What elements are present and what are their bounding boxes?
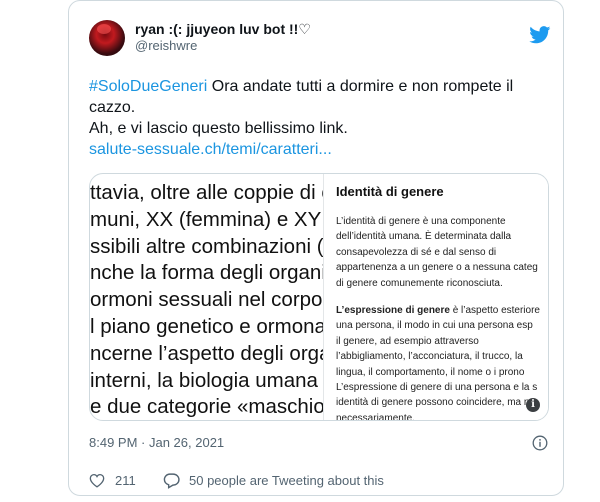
tweet-line-1: #SoloDueGeneri Ora andate tutti a dormir… [89,76,549,97]
tweet-line-2: cazzo. [89,99,136,116]
tweet-line-1-text: Ora andate tutti a dormire e non rompete… [207,78,514,95]
author-handle[interactable]: @reishwre [135,38,197,53]
panel-paragraph-gap [336,291,548,303]
image-info-icon[interactable]: i [526,398,540,412]
panel-line: lingua, il comportamento, il nome o i pr… [336,366,525,378]
tweet-date: Jan 26, 2021 [148,435,225,450]
heart-icon[interactable] [89,473,105,488]
panel-line: L’identità di genere è una componente [336,216,506,227]
twitter-bird-icon[interactable] [529,26,551,44]
tweet-url-link[interactable]: salute-sessuale.ch/temi/caratteri... [89,139,549,160]
tweet-card: ryan :(: jjuyeon luv bot !!♡ @reishwre #… [68,0,564,496]
info-circle-icon[interactable] [532,435,548,451]
meta-separator: · [137,435,149,450]
panel-line: identità di genere possono coincidere, m… [336,397,536,409]
like-count[interactable]: 211 [115,473,136,488]
tweet-image[interactable]: ttavia, oltre alle coppie di c muni, XX … [89,173,549,421]
people-tweeting-link[interactable]: 50 people are Tweeting about this [189,473,384,488]
panel-line: appartenenza a un genere o a nessuna cat… [336,262,538,274]
tweet-text: #SoloDueGeneri Ora andate tutti a dormir… [89,76,549,160]
panel-line: l’abbigliamento, l’acconciatura, il truc… [336,351,523,363]
avatar[interactable] [89,20,125,56]
tweet-timestamp[interactable]: 8:49 PM · Jan 26, 2021 [89,435,224,450]
hashtag-link[interactable]: #SoloDueGeneri [89,78,207,95]
image-definition-panel: Identità di genere L’identità di genere … [324,174,548,421]
panel-title: Identità di genere [336,184,444,199]
panel-line-rest: è l’aspetto esteriore [449,305,540,317]
panel-line: L’espressione di genere di una persona e… [336,382,538,394]
tweet-time: 8:49 PM [89,435,138,450]
panel-line: il genere, ad esempio attraverso [336,335,479,347]
panel-line: una persona, il modo in cui una persona … [336,320,533,332]
panel-bold-term: L’espressione di genere [336,305,450,317]
panel-body: L’identità di genere è una componente de… [336,214,548,421]
tweet-line-3: Ah, e vi lascio questo bellissimo link. [89,120,348,137]
panel-line: dell’identità umana. È determinata dalla [336,231,512,243]
panel-line: di genere comunemente riconosciuta. [336,277,503,289]
reply-bubble-icon[interactable] [163,472,180,489]
author-display-name[interactable]: ryan :(: jjuyeon luv bot !!♡ [135,21,311,38]
panel-line: consapevolezza di sé e dal senso di [336,246,497,258]
panel-line: L’espressione di genere è l’aspetto este… [336,303,548,318]
panel-line: necessariamente. [336,412,415,421]
